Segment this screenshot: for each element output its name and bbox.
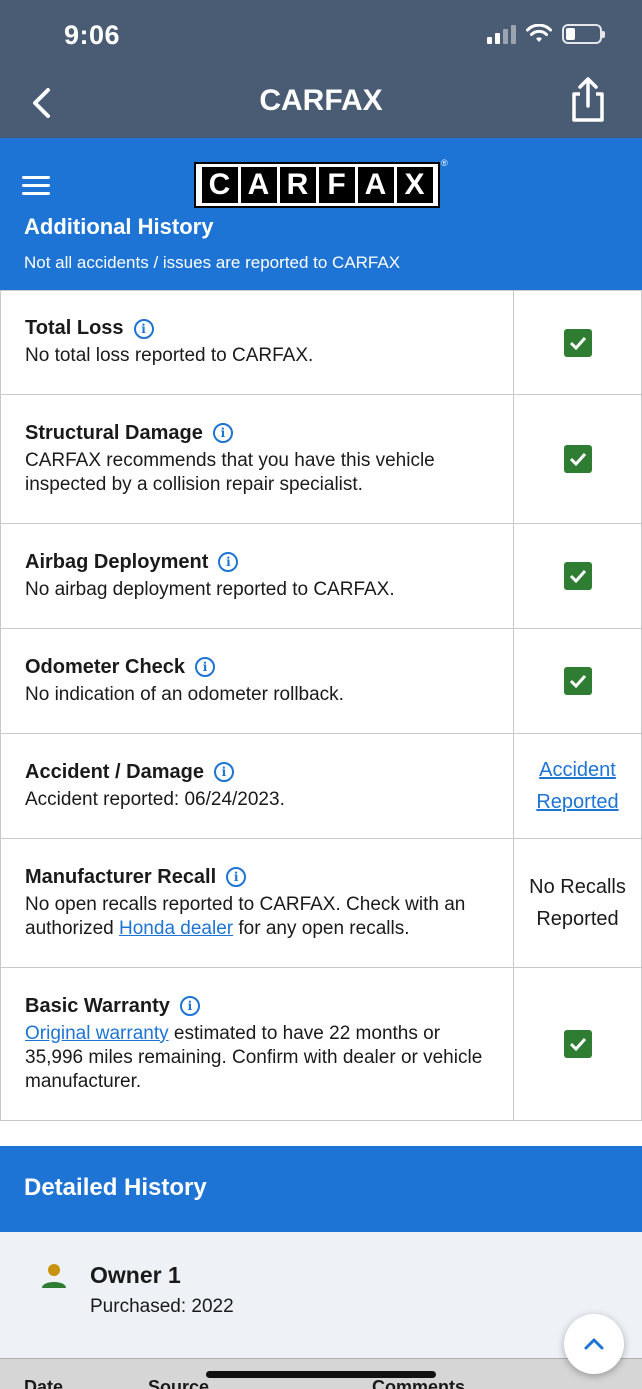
section-title: Additional History (24, 214, 214, 239)
table-row-total-loss: Total Loss i No total loss reported to CA… (0, 291, 642, 395)
hamburger-icon[interactable] (22, 176, 50, 196)
person-icon (42, 1264, 66, 1288)
owner-title: Owner 1 (90, 1262, 181, 1288)
row-title: Basic Warranty (25, 994, 170, 1017)
home-indicator (206, 1371, 436, 1378)
checkmark-icon (563, 562, 592, 590)
app-header: 9:06 CARFAX (0, 0, 642, 138)
info-icon[interactable]: i (179, 996, 200, 1016)
disclaimer-text: Not all accidents / issues are reported … (24, 253, 401, 272)
row-description: No airbag deployment reported to CARFAX. (25, 578, 395, 600)
table-row-manufacturer-recall: Manufacturer Recall i No open recalls rep… (0, 839, 642, 968)
table-row-airbag-deployment: Airbag Deployment i No airbag deployment … (0, 524, 642, 629)
row-title: Odometer Check (25, 655, 186, 678)
checkmark-icon (563, 667, 592, 695)
page-title: CARFAX (259, 84, 383, 117)
row-title: Total Loss (25, 317, 124, 339)
original-warranty-link[interactable]: Original warranty (25, 1023, 169, 1044)
row-description: Accident reported: 06/24/2023. (25, 788, 285, 810)
share-icon[interactable] (568, 76, 608, 124)
table-row-accident-damage: Accident / Damage i Accident reported: 06… (0, 734, 642, 839)
status-time: 9:06 (64, 20, 121, 50)
owner-purchased: Purchased: 2022 (90, 1296, 234, 1317)
row-title: Accident / Damage (25, 760, 204, 783)
battery-icon (562, 24, 605, 44)
column-header: Date (24, 1377, 64, 1389)
table-row-basic-warranty: Basic Warranty i Original warranty estima… (0, 968, 642, 1121)
honda-dealer-link[interactable]: Honda dealer (119, 918, 233, 939)
status-icons (487, 24, 605, 44)
info-icon[interactable]: i (212, 423, 233, 443)
checkmark-icon (563, 328, 592, 357)
row-description: No total loss reported to CARFAX. (25, 345, 314, 366)
table-row-structural-damage: Structural Damage i CARFAX recommends tha… (0, 395, 642, 524)
info-icon[interactable]: i (195, 657, 216, 677)
column-header: Comments (372, 1377, 466, 1389)
row-description: No open recalls reported to CARFAX. Chec… (25, 893, 466, 939)
carfax-logo: C A R F A X (194, 162, 440, 208)
column-header: Source (148, 1377, 210, 1389)
row-description: Original warranty estimated to have 22 m… (25, 1022, 483, 1092)
info-icon[interactable]: i (226, 867, 247, 887)
checkmark-icon (563, 1030, 592, 1058)
registered-mark: ® (441, 158, 448, 168)
row-description: CARFAX recommends that you have this veh… (25, 449, 435, 495)
table-row-odometer-check: Odometer Check i No indication of an odom… (0, 629, 642, 734)
scroll-to-top-button[interactable] (564, 1314, 624, 1374)
recall-status: No Recalls Reported (514, 839, 642, 967)
detailed-history-title: Detailed History (24, 1174, 207, 1201)
accident-reported-link[interactable]: Accident Reported (514, 734, 642, 838)
wifi-icon (526, 24, 552, 42)
row-title: Manufacturer Recall (25, 865, 217, 888)
row-title: Structural Damage (25, 421, 203, 444)
info-icon[interactable]: i (218, 552, 239, 572)
detailed-history-header: Detailed History (0, 1146, 642, 1232)
checkmark-icon (563, 445, 592, 473)
info-icon[interactable]: i (213, 762, 234, 782)
brand-bar: C A R F A X ® Additional History Not all… (0, 138, 642, 290)
row-title: Airbag Deployment (25, 550, 209, 573)
history-table: Total Loss i No total loss reported to CA… (0, 290, 642, 1121)
signal-icon (487, 24, 516, 44)
info-icon[interactable]: i (133, 318, 154, 339)
row-description: No indication of an odometer rollback. (25, 683, 344, 705)
chevron-up-icon (584, 1338, 604, 1350)
